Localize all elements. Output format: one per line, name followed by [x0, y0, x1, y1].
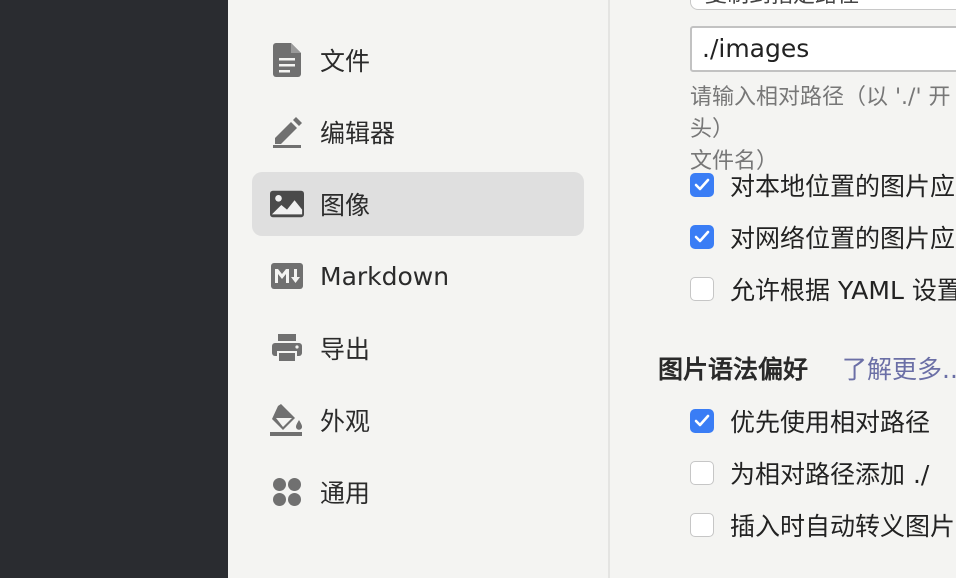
markdown-icon — [270, 259, 304, 293]
sidebar-item-image[interactable]: 图像 — [252, 172, 584, 236]
sidebar-item-editor[interactable]: 编辑器 — [252, 100, 584, 164]
checkbox-checked[interactable] — [690, 173, 714, 197]
sidebar-item-appearance[interactable]: 外观 — [252, 388, 584, 452]
grid-icon — [270, 475, 304, 509]
sidebar-item-markdown[interactable]: Markdown — [252, 244, 584, 308]
sidebar-item-label: 通用 — [320, 479, 371, 508]
checkbox-row-add-dot-slash[interactable]: 为相对路径添加 ./ — [690, 459, 929, 489]
file-icon — [270, 43, 304, 77]
sidebar-item-label: 图像 — [320, 191, 371, 220]
sidebar-item-general[interactable]: 通用 — [252, 460, 584, 524]
checkbox-label: 优先使用相对路径 — [730, 408, 931, 437]
checkbox-row-auto-escape[interactable]: 插入时自动转义图片URL — [690, 511, 956, 541]
sidebar-item-label: Markdown — [320, 261, 450, 291]
checkbox-checked[interactable] — [690, 225, 714, 249]
printer-icon — [270, 331, 304, 365]
checkbox-label: 对网络位置的图片应用上述规则 — [730, 224, 956, 253]
checkbox-unchecked[interactable] — [690, 513, 714, 537]
path-hint: 请输入相对路径（以 './' 开头） 文件名） — [690, 85, 951, 174]
image-syntax-section-title: 图片语法偏好 — [658, 355, 809, 384]
checkbox-label: 为相对路径添加 ./ — [730, 460, 930, 489]
checkbox-row-apply-local[interactable]: 对本地位置的图片应用上述规则 — [690, 171, 956, 201]
checkbox-row-prefer-relative[interactable]: 优先使用相对路径 — [690, 407, 930, 437]
paint-bucket-icon — [270, 403, 304, 437]
copy-option-select[interactable]: 复制到指定路径 — [690, 0, 956, 10]
preferences-sidebar: 文件 编辑器 图像 Markdown 导出 外观 通用 — [228, 0, 608, 578]
sidebar-item-label: 外观 — [320, 407, 371, 436]
checkbox-checked[interactable] — [690, 409, 714, 433]
sidebar-item-label: 编辑器 — [320, 119, 396, 148]
image-settings-panel: 复制到指定路径 ./images 请输入相对路径（以 './' 开头） 文件名）… — [610, 0, 956, 578]
image-path-input[interactable]: ./images — [690, 26, 956, 72]
sidebar-item-label: 文件 — [320, 47, 371, 76]
sidebar-item-export[interactable]: 导出 — [252, 316, 584, 380]
checkbox-row-apply-network[interactable]: 对网络位置的图片应用上述规则 — [690, 223, 956, 253]
checkbox-unchecked[interactable] — [690, 277, 714, 301]
checkbox-label: 对本地位置的图片应用上述规则 — [730, 172, 956, 201]
sidebar-item-label: 导出 — [320, 335, 371, 364]
sidebar-item-file[interactable]: 文件 — [252, 28, 584, 92]
checkbox-label: 插入时自动转义图片URL — [730, 512, 956, 541]
pencil-icon — [270, 115, 304, 149]
checkbox-unchecked[interactable] — [690, 461, 714, 485]
checkbox-row-yaml-upload[interactable]: 允许根据 YAML 设置自动上传图片 — [690, 275, 956, 305]
checkbox-label: 允许根据 YAML 设置自动上传图片 — [730, 276, 956, 305]
background-window-area — [0, 0, 228, 578]
learn-more-link[interactable]: 了解更多... — [842, 350, 956, 386]
image-icon — [270, 187, 304, 221]
